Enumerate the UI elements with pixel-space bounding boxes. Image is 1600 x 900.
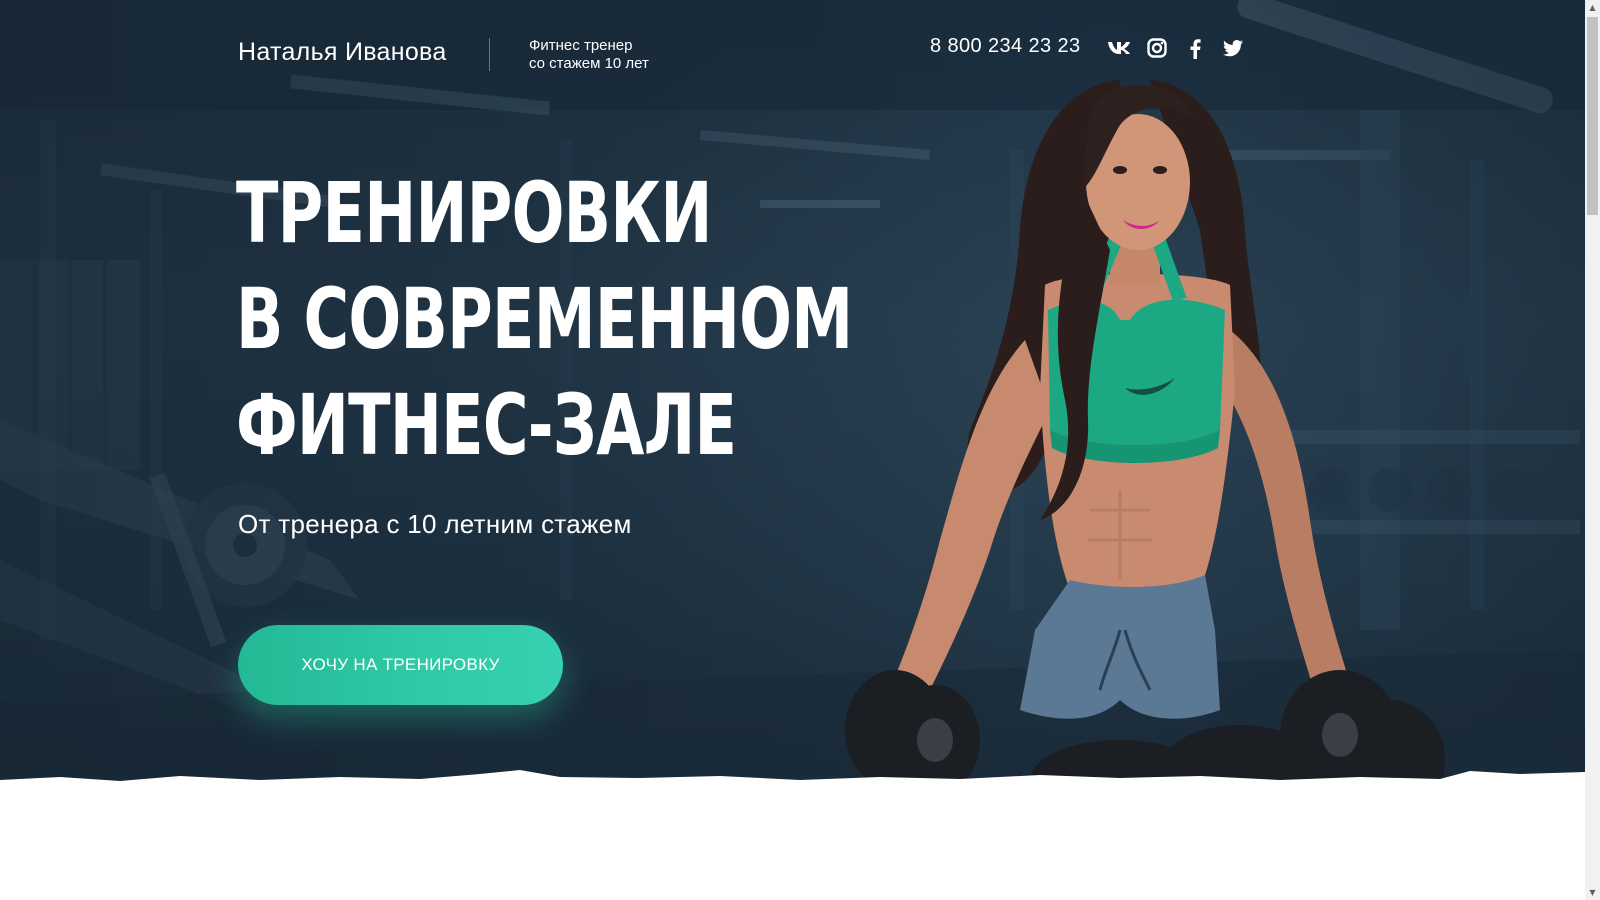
hero-subheadline: От тренера с 10 летним стажем: [238, 509, 632, 539]
tagline-line-1: Фитнес тренер: [529, 37, 633, 54]
tagline-line-2: со стажем 10 лет: [529, 55, 649, 72]
trainer-tagline: Фитнес тренер со стажем 10 лет: [529, 37, 649, 73]
signup-training-button[interactable]: ХОЧУ НА ТРЕНИРОВКУ: [238, 625, 563, 705]
scrollbar-thumb[interactable]: [1587, 17, 1598, 215]
facebook-icon[interactable]: [1182, 36, 1208, 60]
cta-button-label: ХОЧУ НА ТРЕНИРОВКУ: [301, 655, 500, 674]
instagram-icon[interactable]: [1144, 36, 1170, 60]
twitter-icon[interactable]: [1220, 36, 1246, 60]
social-links: [1106, 36, 1246, 60]
headline-line-1: ТРЕНИРОВКИ: [236, 164, 712, 262]
scroll-up-arrow-icon[interactable]: ▲: [1585, 0, 1600, 15]
torn-paper-edge: [0, 770, 1585, 795]
page-scrollbar[interactable]: ▲ ▼: [1585, 0, 1600, 900]
landing-page: Наталья Иванова Фитнес тренер со стажем …: [0, 0, 1600, 900]
phone-link[interactable]: 8 800 234 23 23: [930, 35, 1081, 58]
scroll-down-arrow-icon[interactable]: ▼: [1585, 885, 1600, 900]
headline-line-2: В СОВРЕМЕННОМ: [236, 270, 853, 368]
vk-icon[interactable]: [1106, 36, 1132, 60]
header-divider: [489, 38, 490, 71]
trainer-photo: [845, 80, 1445, 795]
headline-line-3: ФИТНЕС-ЗАЛЕ: [236, 376, 737, 474]
trainer-name: Наталья Иванова: [238, 38, 447, 66]
hero-headline: ТРЕНИРОВКИ В СОВРЕМЕННОМ ФИТНЕС-ЗАЛЕ: [236, 160, 853, 478]
